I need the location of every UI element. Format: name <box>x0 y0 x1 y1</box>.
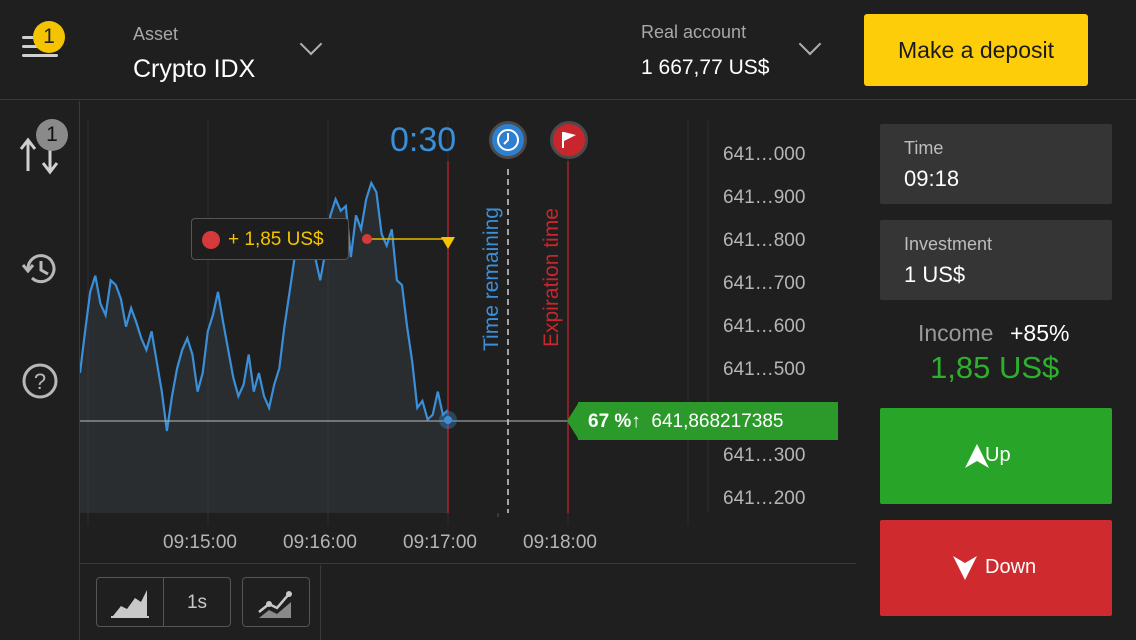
expiration-time-label: Expiration time <box>540 208 563 347</box>
clock-icon <box>489 121 527 159</box>
area-chart-icon <box>111 590 149 618</box>
svg-text:?: ? <box>34 369 46 394</box>
interval-label: 1s <box>186 592 208 613</box>
indicators-button[interactable] <box>242 577 310 627</box>
sidebar: 1 ? <box>0 101 80 640</box>
up-button[interactable]: Up <box>880 408 1112 504</box>
asset-name: Crypto IDX <box>133 55 256 83</box>
x-tick: 09:18:00 <box>523 532 597 553</box>
asset-label: Asset <box>133 24 179 44</box>
chevron-down-icon <box>202 231 220 249</box>
current-price-tag: 67 %↑ 641,868217385 <box>567 402 838 440</box>
chevron-down-icon <box>299 32 323 56</box>
notification-badge: 1 <box>33 21 65 53</box>
chevron-down-icon <box>798 32 822 56</box>
history-button[interactable] <box>20 249 60 294</box>
income-label: Income <box>918 320 994 346</box>
time-value: 09:18 <box>904 166 960 191</box>
indicators-icon <box>258 591 292 618</box>
investment-field[interactable]: Investment 1 US$ <box>880 220 1112 300</box>
chart-type-button[interactable] <box>96 577 164 627</box>
y-tick: 641…200 <box>723 488 806 509</box>
y-tick: 641…500 <box>723 359 806 380</box>
history-icon <box>21 254 56 284</box>
account-label: Real account <box>641 22 747 42</box>
x-tick: 09:16:00 <box>283 532 357 553</box>
investment-value: 1 US$ <box>904 262 966 287</box>
income-value: 1,85 US$ <box>930 350 1060 385</box>
time-remaining-label: Time remaining <box>480 207 503 351</box>
countdown-timer: 0:30 <box>390 121 457 159</box>
y-tick: 641…700 <box>723 273 806 294</box>
help-button[interactable]: ? <box>20 361 60 406</box>
profit-badge: + 1,85 US$ <box>191 218 349 260</box>
flag-icon <box>550 121 588 159</box>
current-point-core <box>444 416 452 424</box>
help-icon: ? <box>22 363 58 399</box>
profit-value: + 1,85 US$ <box>228 229 324 250</box>
account-balance: 1 667,77 US$ <box>641 56 770 79</box>
arrow-down-icon <box>953 556 977 580</box>
trades-count-badge: 1 <box>36 119 68 151</box>
time-label: Time <box>904 138 944 158</box>
investment-label: Investment <box>904 234 993 254</box>
make-deposit-button[interactable]: Make a deposit <box>864 14 1088 86</box>
x-tick: 09:15:00 <box>163 532 237 553</box>
y-tick: 641…800 <box>723 230 806 251</box>
up-label: Up <box>985 444 1011 466</box>
y-tick: 641…300 <box>723 445 806 466</box>
x-tick: 09:17:00 <box>403 532 477 553</box>
divider <box>320 565 321 640</box>
y-tick: 641…000 <box>723 144 806 165</box>
down-button[interactable]: Down <box>880 520 1112 616</box>
time-field[interactable]: Time 09:18 <box>880 124 1112 204</box>
price-chart[interactable]: 0:30 Time remaining Expiration time + 1,… <box>80 101 856 563</box>
price-change-pct: 67 %↑ <box>588 411 641 432</box>
open-point <box>362 234 372 244</box>
open-price-marker <box>441 237 455 249</box>
current-price: 641,868217385 <box>651 411 784 432</box>
down-label: Down <box>985 556 1037 578</box>
divider <box>80 563 856 564</box>
income-percent: +85% <box>1010 320 1070 346</box>
top-bar: 1 Asset Crypto IDX Real account 1 667,77… <box>0 0 1136 100</box>
y-tick: 641…600 <box>723 316 806 337</box>
y-tick: 641…900 <box>723 187 806 208</box>
interval-button[interactable]: 1s <box>163 577 231 627</box>
